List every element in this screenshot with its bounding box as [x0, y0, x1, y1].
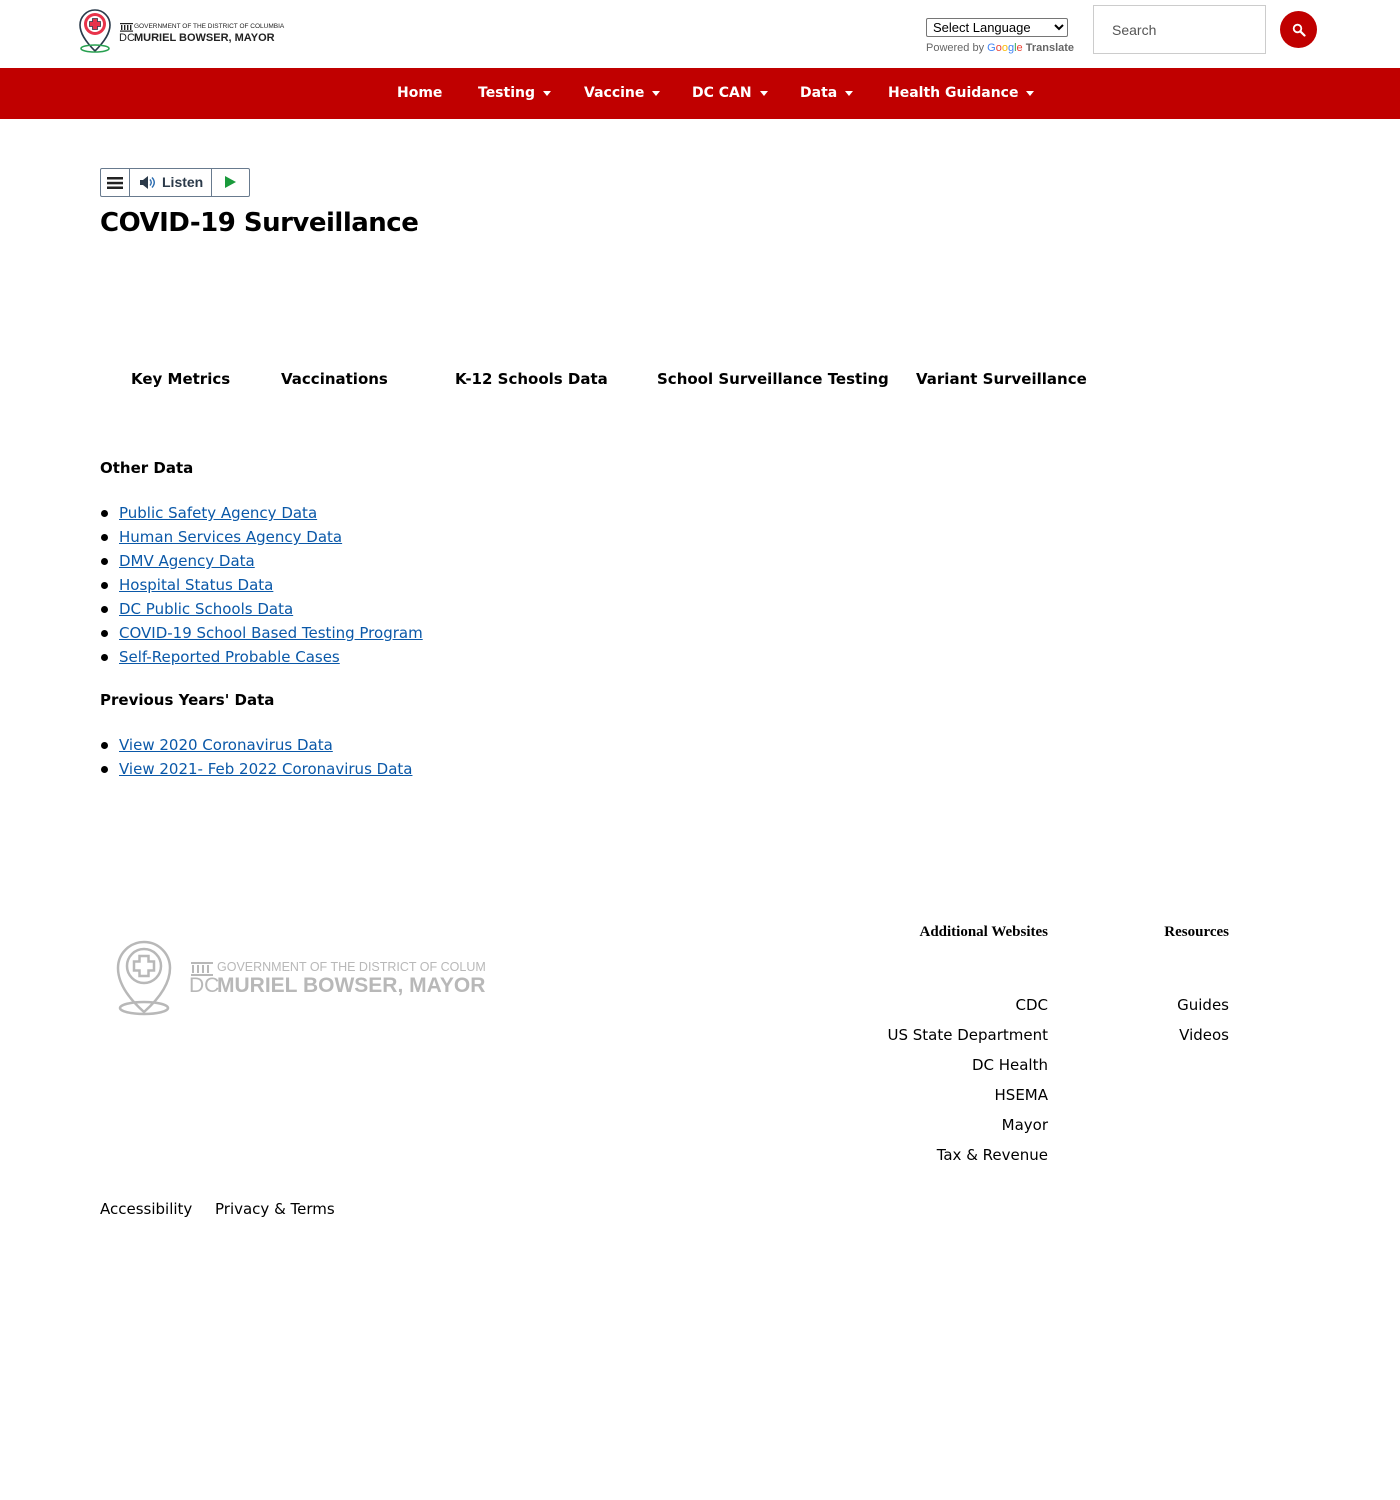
resources-list: Guides Videos	[1177, 990, 1229, 1050]
tab-key-metrics[interactable]: Key Metrics	[131, 370, 230, 388]
svg-text:GOVERNMENT OF THE DISTRICT OF: GOVERNMENT OF THE DISTRICT OF COLUMBIA	[134, 23, 285, 30]
list-item: View 2021- Feb 2022 Coronavirus Data	[100, 757, 412, 781]
menu-icon	[107, 176, 123, 189]
other-data-list: Public Safety Agency Data Human Services…	[100, 501, 423, 669]
list-item: DC Public Schools Data	[100, 597, 423, 621]
accessibility-link[interactable]: Accessibility	[100, 1200, 192, 1218]
caret-down-icon	[759, 90, 768, 96]
speaker-icon	[140, 176, 155, 189]
google-logo: Google	[987, 42, 1023, 54]
nav-home[interactable]: Home	[397, 68, 442, 119]
link-2021-2022-coronavirus-data[interactable]: View 2021- Feb 2022 Coronavirus Data	[119, 760, 412, 778]
caret-down-icon	[652, 90, 661, 96]
additional-websites-title: Additional Websites	[919, 924, 1048, 940]
footer-link-dc-health[interactable]: DC Health	[887, 1050, 1048, 1080]
footer-dc-government-logo[interactable]: GOVERNMENT OF THE DISTRICT OF COLUMBIA D…	[114, 938, 486, 1018]
footer-link-videos[interactable]: Videos	[1177, 1020, 1229, 1050]
medical-pin-icon	[116, 940, 172, 1016]
list-item: COVID-19 School Based Testing Program	[100, 621, 423, 645]
svg-text:MURIEL BOWSER, MAYOR: MURIEL BOWSER, MAYOR	[217, 974, 485, 997]
list-item: Hospital Status Data	[100, 573, 423, 597]
link-2020-coronavirus-data[interactable]: View 2020 Coronavirus Data	[119, 736, 333, 754]
link-hospital-status-data[interactable]: Hospital Status Data	[119, 576, 273, 594]
resources-title: Resources	[1164, 924, 1229, 940]
footer-link-hsema[interactable]: HSEMA	[887, 1080, 1048, 1110]
previous-years-heading: Previous Years' Data	[100, 691, 275, 709]
language-select[interactable]: Select Language	[926, 18, 1068, 37]
play-icon[interactable]	[225, 176, 236, 188]
list-item: Self-Reported Probable Cases	[100, 645, 423, 669]
page-title: COVID-19 Surveillance	[100, 208, 419, 238]
site-header: GOVERNMENT OF THE DISTRICT OF COLUMBIA D…	[0, 0, 1400, 68]
footer-link-guides[interactable]: Guides	[1177, 990, 1229, 1020]
nav-data[interactable]: Data	[800, 68, 854, 119]
svg-text:DC: DC	[189, 974, 219, 997]
other-data-heading: Other Data	[100, 459, 194, 477]
svg-text:GOVERNMENT OF THE DISTRICT OF: GOVERNMENT OF THE DISTRICT OF COLUMBIA	[217, 960, 486, 974]
caret-down-icon	[1026, 90, 1035, 96]
svg-text:MURIEL BOWSER, MAYOR: MURIEL BOWSER, MAYOR	[134, 32, 275, 44]
link-dmv-agency-data[interactable]: DMV Agency Data	[119, 552, 255, 570]
google-translate-credit: Powered by Google Translate	[926, 42, 1074, 54]
link-human-services-agency-data[interactable]: Human Services Agency Data	[119, 528, 342, 546]
footer-link-us-state-department[interactable]: US State Department	[887, 1020, 1048, 1050]
privacy-terms-link[interactable]: Privacy & Terms	[215, 1200, 335, 1218]
readspeaker-listen-widget: Listen	[100, 168, 250, 197]
caret-down-icon	[845, 90, 854, 96]
list-item: DMV Agency Data	[100, 549, 423, 573]
nav-vaccine[interactable]: Vaccine	[584, 68, 661, 119]
tab-school-surveillance-testing[interactable]: School Surveillance Testing	[657, 370, 889, 388]
list-item: View 2020 Coronavirus Data	[100, 733, 412, 757]
divider	[211, 169, 212, 196]
main-navigation: Home Testing Vaccine DC CAN Data Health …	[0, 68, 1400, 119]
search-icon	[1292, 23, 1306, 37]
nav-dc-can[interactable]: DC CAN	[692, 68, 768, 119]
medical-pin-icon	[79, 9, 111, 53]
dc-government-logo[interactable]: GOVERNMENT OF THE DISTRICT OF COLUMBIA D…	[79, 9, 289, 53]
link-dc-public-schools-data[interactable]: DC Public Schools Data	[119, 600, 293, 618]
powered-by-label: Powered by	[926, 42, 985, 54]
footer-link-cdc[interactable]: CDC	[887, 990, 1049, 1020]
footer-link-tax-revenue[interactable]: Tax & Revenue	[887, 1140, 1048, 1170]
list-item: Public Safety Agency Data	[100, 501, 423, 525]
tab-k12-schools-data[interactable]: K-12 Schools Data	[455, 370, 608, 388]
nav-testing[interactable]: Testing	[478, 68, 551, 119]
tab-variant-surveillance[interactable]: Variant Surveillance	[916, 370, 1087, 388]
footer-link-mayor[interactable]: Mayor	[887, 1110, 1048, 1140]
listen-button[interactable]: Listen	[162, 174, 203, 190]
link-school-based-testing-program[interactable]: COVID-19 School Based Testing Program	[119, 624, 423, 642]
search-input[interactable]	[1093, 5, 1266, 54]
search-button[interactable]	[1280, 11, 1317, 48]
caret-down-icon	[543, 90, 551, 96]
svg-text:DC: DC	[119, 32, 135, 44]
link-self-reported-probable-cases[interactable]: Self-Reported Probable Cases	[119, 648, 340, 666]
link-public-safety-agency-data[interactable]: Public Safety Agency Data	[119, 504, 317, 522]
translate-link[interactable]: Translate	[1026, 42, 1074, 54]
tab-vaccinations[interactable]: Vaccinations	[281, 370, 388, 388]
dc-building-mark	[120, 23, 133, 32]
list-item: Human Services Agency Data	[100, 525, 423, 549]
nav-health-guidance[interactable]: Health Guidance	[888, 68, 1035, 119]
readspeaker-menu-button[interactable]	[101, 169, 130, 196]
previous-years-list: View 2020 Coronavirus Data View 2021- Fe…	[100, 733, 412, 781]
additional-websites-list: CDC US State Department DC Health HSEMA …	[887, 990, 1048, 1170]
